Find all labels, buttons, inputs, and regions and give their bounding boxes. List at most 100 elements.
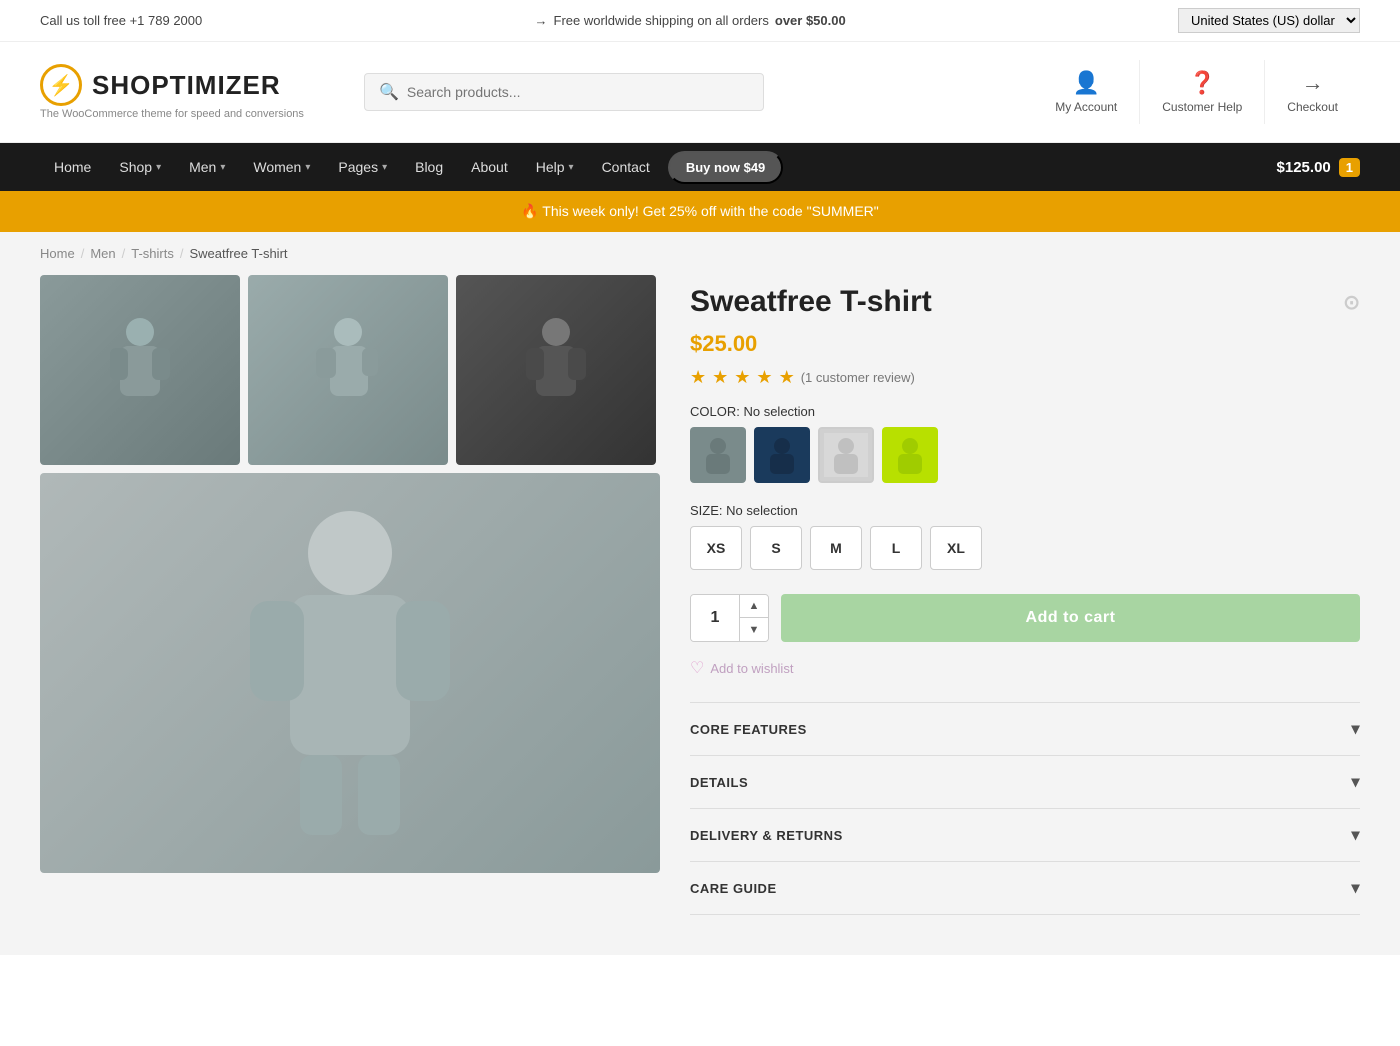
size-s[interactable]: S	[750, 526, 802, 570]
size-l[interactable]: L	[870, 526, 922, 570]
nav-item-blog[interactable]: Blog	[401, 143, 457, 191]
product-layout: Sweatfree T-shirt ⊙ $25.00 ★ ★ ★ ★ ★ (1 …	[0, 275, 1400, 955]
chevron-down-icon: ▾	[382, 162, 387, 173]
search-bar[interactable]: 🔍	[364, 73, 764, 111]
customer-help-action[interactable]: ❓ Customer Help	[1139, 60, 1264, 124]
nav-item-women[interactable]: Women ▾	[239, 143, 324, 191]
chevron-down-icon: ▾	[220, 162, 225, 173]
quantity-control: 1 ▲ ▼	[690, 594, 769, 642]
star-2: ★	[712, 367, 728, 388]
heart-icon: ♡	[690, 658, 704, 678]
star-3: ★	[734, 367, 750, 388]
size-label: SIZE: No selection	[690, 503, 1360, 518]
quantity-value: 1	[691, 595, 739, 641]
nav-item-pages[interactable]: Pages ▾	[324, 143, 401, 191]
checkout-label: Checkout	[1287, 100, 1338, 114]
size-xs[interactable]: XS	[690, 526, 742, 570]
accordion-delivery: DELIVERY & RETURNS ▾	[690, 809, 1360, 862]
color-swatches	[690, 427, 1360, 483]
chevron-down-icon: ▾	[1351, 878, 1360, 898]
chevron-down-icon: ▾	[569, 162, 574, 173]
header-actions: 👤 My Account ❓ Customer Help → Checkout	[1033, 60, 1360, 124]
nav-item-men[interactable]: Men ▾	[175, 143, 239, 191]
thumbnail-back[interactable]	[40, 275, 240, 465]
checkout-action[interactable]: → Checkout	[1264, 60, 1360, 124]
accordion-delivery-label: DELIVERY & RETURNS	[690, 828, 843, 843]
size-m[interactable]: M	[810, 526, 862, 570]
size-buttons: XS S M L XL	[690, 526, 1360, 570]
breadcrumb-tshirts[interactable]: T-shirts	[131, 246, 174, 261]
nav-item-contact[interactable]: Contact	[588, 143, 664, 191]
thumbnail-front[interactable]	[456, 275, 656, 465]
product-main-image[interactable]	[40, 473, 660, 873]
product-thumbnails	[40, 275, 660, 465]
quantity-down-button[interactable]: ▼	[740, 618, 768, 642]
promo-banner: 🔥 This week only! Get 25% off with the c…	[0, 191, 1400, 232]
nav-items: Home Shop ▾ Men ▾ Women ▾ Pages ▾ Blog A…	[40, 143, 1277, 191]
wishlist-button[interactable]: ♡ Add to wishlist	[690, 658, 1360, 678]
accordion-care-guide-header[interactable]: CARE GUIDE ▾	[690, 862, 1360, 914]
accordion-details-header[interactable]: DETAILS ▾	[690, 756, 1360, 808]
star-4: ★	[756, 367, 772, 388]
nav-cart[interactable]: $125.00 1	[1277, 158, 1360, 177]
product-price: $25.00	[690, 331, 1360, 357]
logo[interactable]: ⚡ SHOPTIMIZER The WooCommerce theme for …	[40, 64, 304, 120]
color-swatch-navy[interactable]	[754, 427, 810, 483]
color-swatch-white[interactable]	[818, 427, 874, 483]
search-input[interactable]	[407, 84, 749, 100]
accordion-care-guide: CARE GUIDE ▾	[690, 862, 1360, 915]
color-swatch-lime[interactable]	[882, 427, 938, 483]
help-icon: ❓	[1189, 70, 1216, 96]
nav-item-about[interactable]: About	[457, 143, 522, 191]
nav-item-help[interactable]: Help ▾	[522, 143, 588, 191]
product-accordions: CORE FEATURES ▾ DETAILS ▾ DELIVERY & RET…	[690, 702, 1360, 915]
wishlist-label: Add to wishlist	[710, 661, 793, 676]
product-title-row: Sweatfree T-shirt ⊙	[690, 285, 1360, 319]
cart-price: $125.00	[1277, 159, 1331, 176]
logo-tagline: The WooCommerce theme for speed and conv…	[40, 108, 304, 120]
quantity-up-button[interactable]: ▲	[740, 594, 768, 618]
breadcrumb-home[interactable]: Home	[40, 246, 75, 261]
logo-icon: ⚡	[40, 64, 82, 106]
top-bar: Call us toll free +1 789 2000 → Free wor…	[0, 0, 1400, 42]
chevron-down-icon: ▾	[1351, 719, 1360, 739]
promo-text: This week only! Get 25% off with the cod…	[542, 203, 879, 219]
accordion-core-features-label: CORE FEATURES	[690, 722, 807, 737]
nav: Home Shop ▾ Men ▾ Women ▾ Pages ▾ Blog A…	[0, 143, 1400, 191]
chevron-down-icon: ▾	[305, 162, 310, 173]
qty-cart-row: 1 ▲ ▼ Add to cart	[690, 594, 1360, 642]
phone-text: Call us toll free +1 789 2000	[40, 13, 202, 28]
shipping-text: → Free worldwide shipping on all orders …	[535, 13, 846, 28]
product-stars: ★ ★ ★ ★ ★ (1 customer review)	[690, 367, 1360, 388]
accordion-care-guide-label: CARE GUIDE	[690, 881, 777, 896]
accordion-core-features-header[interactable]: CORE FEATURES ▾	[690, 703, 1360, 755]
share-icon[interactable]: ⊙	[1343, 290, 1360, 315]
color-swatch-gray[interactable]	[690, 427, 746, 483]
quantity-arrows: ▲ ▼	[739, 594, 768, 642]
header: ⚡ SHOPTIMIZER The WooCommerce theme for …	[0, 42, 1400, 143]
nav-item-shop[interactable]: Shop ▾	[105, 143, 175, 191]
logo-text: SHOPTIMIZER	[92, 70, 281, 101]
add-to-cart-button[interactable]: Add to cart	[781, 594, 1360, 642]
accordion-details-label: DETAILS	[690, 775, 748, 790]
chevron-down-icon: ▾	[156, 162, 161, 173]
accordion-delivery-header[interactable]: DELIVERY & RETURNS ▾	[690, 809, 1360, 861]
review-count: (1 customer review)	[801, 370, 915, 385]
currency-selector[interactable]: United States (US) dollar	[1178, 8, 1360, 33]
thumbnail-side[interactable]	[248, 275, 448, 465]
breadcrumb-current: Sweatfree T-shirt	[189, 246, 287, 261]
breadcrumb-men[interactable]: Men	[90, 246, 115, 261]
my-account-action[interactable]: 👤 My Account	[1033, 60, 1139, 124]
star-1: ★	[690, 367, 706, 388]
size-xl[interactable]: XL	[930, 526, 982, 570]
star-5: ★	[779, 367, 795, 388]
product-images	[40, 275, 660, 915]
chevron-down-icon: ▾	[1351, 772, 1360, 792]
chevron-down-icon: ▾	[1351, 825, 1360, 845]
promo-icon: 🔥	[521, 203, 538, 219]
breadcrumb: Home / Men / T-shirts / Sweatfree T-shir…	[0, 232, 1400, 275]
cart-badge: 1	[1339, 158, 1360, 177]
buy-now-button[interactable]: Buy now $49	[668, 151, 783, 184]
nav-item-home[interactable]: Home	[40, 143, 105, 191]
search-icon: 🔍	[379, 82, 399, 102]
